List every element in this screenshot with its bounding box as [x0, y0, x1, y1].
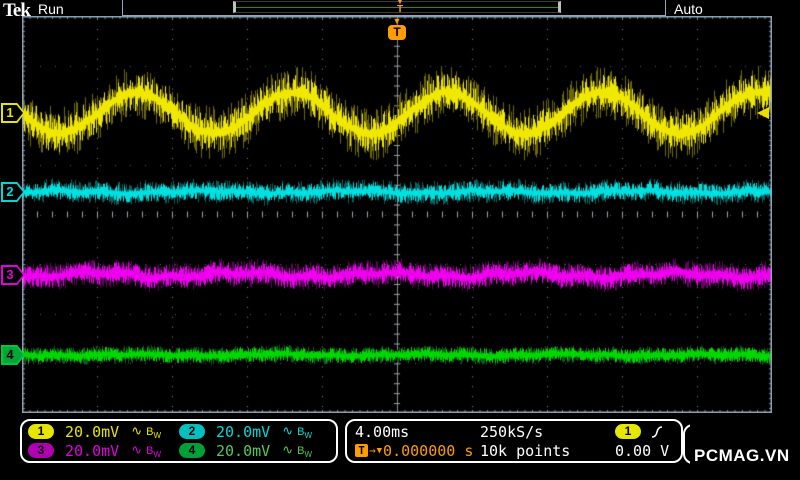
ch3-marker-number: 3 [6, 267, 14, 282]
trigger-mode-label: Auto [674, 1, 703, 17]
ac-coupling-icon: ∿ [282, 441, 294, 457]
ch3-position-marker: 3 [1, 265, 25, 285]
waveform-display [22, 16, 772, 413]
acquisition-preview-panel: ▼ T [122, 0, 666, 16]
ch1-scale: 20.0mV [65, 422, 120, 441]
ch2-marker-number: 2 [6, 184, 14, 199]
ch3-scale: 20.0mV [65, 441, 120, 460]
ch4-badge: 4 [179, 443, 205, 458]
watermark: PCMAG.VN [690, 422, 800, 480]
oscilloscope-screen: Tek Run ▼ T Auto ▼ T 1 2 3 4 1 20.0mV ∿ … [0, 0, 800, 480]
ch2-badge: 2 [179, 424, 205, 439]
trigger-position-bar-icon: ▼ T [396, 0, 404, 15]
ch3-readout: 3 20.0mV ∿ BW [28, 442, 179, 460]
ch4-readout: 4 20.0mV ∿ BW [179, 442, 330, 460]
trigger-source-badge: 1 [615, 424, 641, 439]
rising-edge-icon [651, 425, 663, 438]
ac-coupling-icon: ∿ [282, 422, 294, 438]
trigger-source: 1 [615, 424, 673, 440]
ch1-readout: 1 20.0mV ∿ BW [28, 423, 179, 441]
timebase-trigger-box: 4.00ms 250kS/s 1 T → ▼ 0.000000 s 10k po… [345, 419, 683, 463]
acquisition-status: Run [38, 1, 64, 17]
ac-coupling-icon: ∿ [131, 441, 143, 457]
ch4-marker-number: 4 [6, 347, 14, 362]
ch3-badge: 3 [28, 443, 54, 458]
watermark-text: PCMAG.VN [694, 446, 790, 465]
record-view-bar: ▼ T [233, 0, 561, 15]
trigger-position-value: 0.000000 s [383, 441, 474, 460]
sample-rate: 250kS/s [480, 422, 544, 441]
trigger-level: 0.00 V [615, 441, 670, 460]
ac-coupling-icon: ∿ [131, 422, 143, 438]
trigger-position-readout: T → ▼ 0.000000 s [355, 442, 480, 460]
ch3-coupling-icons: ∿ BW [131, 442, 161, 459]
ch4-position-marker: 4 [1, 345, 25, 365]
triangle-down-icon: ▼ [376, 445, 383, 456]
ch4-coupling-icons: ∿ BW [282, 442, 312, 459]
ch1-badge: 1 [28, 424, 54, 439]
arrow-right-icon: → [369, 444, 376, 457]
bandwidth-limit-icon: BW [146, 444, 161, 460]
ch1-coupling-icons: ∿ BW [131, 423, 161, 440]
ch4-scale: 20.0mV [216, 441, 271, 460]
ch2-scale: 20.0mV [216, 422, 271, 441]
ch2-coupling-icons: ∿ BW [282, 423, 312, 440]
channel-readout-box: 1 20.0mV ∿ BW 2 20.0mV ∿ BW 3 20.0mV ∿ BW 4… [20, 419, 338, 463]
bandwidth-limit-icon: BW [297, 425, 312, 441]
ch1-marker-number: 1 [6, 105, 14, 120]
ch2-readout: 2 20.0mV ∿ BW [179, 423, 330, 441]
trigger-position-flag-icon: ▼ T [387, 17, 407, 40]
trigger-t-icon: T [355, 444, 368, 457]
record-length: 10k points [480, 441, 571, 460]
timebase-scale: 4.00ms [355, 422, 410, 441]
ch2-position-marker: 2 [1, 182, 25, 202]
ch1-position-marker: 1 [1, 103, 25, 123]
bandwidth-limit-icon: BW [146, 425, 161, 441]
bandwidth-limit-icon: BW [297, 444, 312, 460]
trigger-level-arrow-icon [757, 107, 769, 119]
